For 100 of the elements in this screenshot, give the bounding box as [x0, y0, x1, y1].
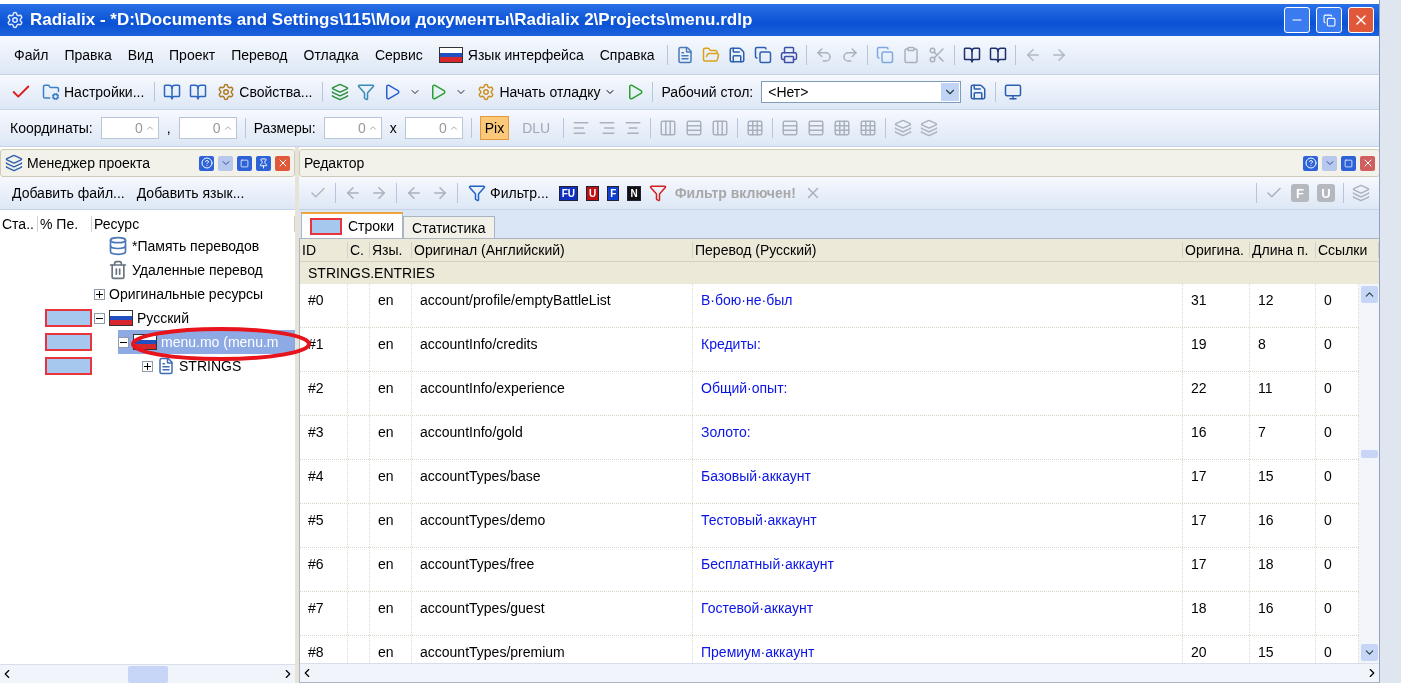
pin-button[interactable]	[256, 155, 271, 171]
start-debug-button[interactable]: Начать отладку	[475, 81, 619, 103]
filter-flag-button[interactable]: N	[627, 185, 641, 201]
folder-icon	[42, 83, 60, 101]
menu-item[interactable]: Справка	[595, 45, 659, 65]
align-right-icon[interactable]	[598, 119, 617, 137]
print-icon[interactable]	[779, 46, 798, 64]
times-text: x	[389, 120, 397, 136]
tree-item[interactable]: Удаленные перевод	[108, 258, 295, 282]
close-button[interactable]	[275, 155, 290, 171]
open-folder-icon[interactable]	[701, 46, 720, 64]
new-file-icon[interactable]	[675, 46, 694, 64]
table-cell: 7	[1250, 416, 1316, 459]
tree-item[interactable]: Русский	[94, 306, 295, 330]
column-header[interactable]: Язы.	[370, 242, 412, 258]
menu-item[interactable]: Перевод	[227, 45, 292, 65]
close-button[interactable]	[1360, 155, 1375, 171]
menu-item[interactable]: Отладка	[299, 45, 363, 65]
book-icon[interactable]	[163, 83, 182, 101]
settings-button[interactable]: Настройки...	[40, 81, 147, 103]
minimize-button[interactable]	[1284, 7, 1310, 33]
menu-button[interactable]	[218, 155, 233, 171]
save-icon[interactable]	[727, 46, 746, 64]
column-header[interactable]: Длина п.	[1250, 242, 1316, 258]
help-icon	[1304, 157, 1317, 169]
filter-off-icon[interactable]	[648, 184, 667, 202]
filter-flag-button[interactable]: F	[607, 185, 620, 201]
menu-item[interactable]: Проект	[165, 45, 220, 65]
column-header[interactable]: Ресурс	[92, 216, 295, 232]
workspace-combo[interactable]: <Нет>	[761, 81, 962, 103]
book-icon[interactable]	[189, 83, 208, 101]
filter-button[interactable]: Фильтр...	[466, 182, 551, 204]
tab[interactable]: Статистика	[403, 216, 495, 238]
vertical-scrollbar[interactable]	[1359, 284, 1379, 663]
unit-toggle[interactable]: Pix	[479, 116, 510, 140]
restore-button[interactable]	[1316, 7, 1342, 33]
toolbar-button[interactable]: Добавить файл...	[10, 183, 127, 203]
horizontal-scrollbar[interactable]	[300, 663, 1379, 682]
expand-icon[interactable]	[94, 288, 105, 300]
dropdown-icon[interactable]	[941, 83, 960, 101]
scroll-thumb[interactable]	[127, 665, 168, 683]
menu-item[interactable]: Язык интерфейса	[434, 45, 588, 65]
help-button[interactable]	[199, 155, 214, 171]
tree-item[interactable]: Оригинальные ресурсы	[94, 282, 295, 306]
prev-error-icon[interactable]	[405, 184, 423, 202]
properties-button[interactable]: Свойства...	[215, 81, 315, 103]
filter-flag-button[interactable]: U	[586, 185, 600, 201]
table-cell: 19	[1183, 328, 1250, 371]
menu-item[interactable]: Правка	[60, 45, 116, 65]
column-header[interactable]: % Пе.	[38, 216, 92, 232]
scroll-down-button[interactable]	[1360, 644, 1378, 661]
undo-icon[interactable]	[814, 46, 833, 64]
tab[interactable]: Строки	[301, 212, 404, 238]
toolbar-button[interactable]: Добавить язык...	[134, 183, 247, 203]
column-header[interactable]: Оригина.	[1183, 242, 1250, 258]
step-icon[interactable]	[626, 83, 645, 101]
align-left-icon[interactable]	[572, 119, 591, 137]
gear-icon	[217, 83, 236, 101]
original-cell: accountInfo/experience	[412, 372, 693, 415]
back-icon[interactable]	[344, 184, 362, 202]
scroll-up-button[interactable]	[1360, 286, 1378, 303]
run-icon[interactable]	[383, 83, 402, 101]
help-button[interactable]	[1303, 155, 1318, 171]
redo-icon[interactable]	[840, 46, 859, 64]
id-cell: #7	[300, 592, 348, 635]
filter-icon[interactable]	[357, 83, 376, 101]
paste-icon[interactable]	[901, 46, 920, 64]
align-center-icon[interactable]	[624, 119, 643, 137]
original-cell: accountTypes/demo	[412, 504, 693, 547]
table-cell: 31	[1183, 284, 1250, 327]
language-cell: en	[370, 460, 412, 503]
tree-item[interactable]: *Память переводов	[108, 234, 295, 258]
menu-item[interactable]: Сервис	[370, 45, 427, 65]
column-header[interactable]: ID	[300, 242, 348, 258]
save-workspace-icon[interactable]	[969, 83, 988, 101]
column-header[interactable]: Ста..	[0, 216, 38, 232]
next-error-icon[interactable]	[431, 184, 449, 202]
column-header[interactable]: Перевод (Русский)	[693, 242, 1183, 258]
filter-flag-button[interactable]: FU	[558, 185, 579, 201]
column-header[interactable]: Оригинал (Английский)	[412, 242, 693, 258]
menu-button[interactable]	[1322, 155, 1337, 171]
close-button[interactable]	[1348, 7, 1374, 33]
collapse-icon[interactable]	[118, 336, 129, 348]
float-button[interactable]	[1341, 155, 1356, 171]
menu-item[interactable]: Вид	[123, 45, 158, 65]
cut-icon[interactable]	[927, 46, 946, 64]
horizontal-scrollbar[interactable]	[0, 664, 295, 683]
tree-item[interactable]: STRINGS	[142, 354, 295, 378]
float-button[interactable]	[237, 155, 252, 171]
menu-item[interactable]: Файл	[10, 45, 53, 65]
column-header[interactable]: С.	[348, 242, 370, 258]
copy-icon[interactable]	[875, 46, 894, 64]
collapse-icon[interactable]	[94, 312, 105, 324]
scroll-thumb[interactable]	[1360, 449, 1378, 458]
run-icon[interactable]	[429, 83, 448, 101]
group-row: STRINGS.ENTRIES	[300, 262, 1379, 284]
forward-icon[interactable]	[370, 184, 388, 202]
expand-icon[interactable]	[142, 360, 153, 372]
flag-icon	[438, 47, 463, 63]
table-cell: 18	[1183, 592, 1250, 635]
